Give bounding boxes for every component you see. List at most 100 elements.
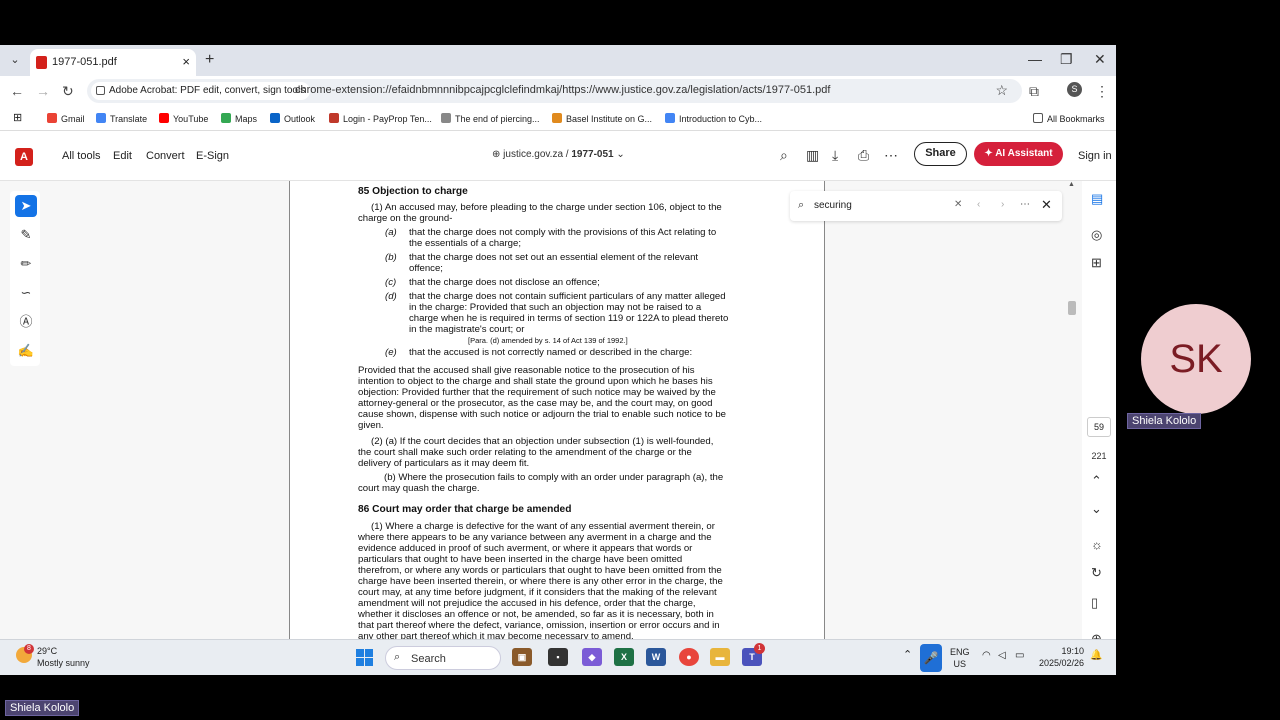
bookmark-translate[interactable]: Translate	[96, 113, 147, 124]
text-box-icon[interactable]: Ⓐ	[15, 311, 37, 333]
bookmark-star-icon[interactable]: ☆	[995, 82, 1008, 99]
search-icon: ⌕	[798, 199, 805, 211]
bookmark-intro-cyber[interactable]: Introduction to Cyb...	[665, 113, 762, 124]
excel-icon[interactable]: X	[614, 648, 634, 666]
text-line: charge have been inserted therein, or wh…	[358, 576, 723, 587]
find-options-icon[interactable]: ⋯	[1020, 199, 1030, 210]
share-button[interactable]: Share	[914, 142, 967, 166]
text-line: therefrom, or where any words or particu…	[358, 565, 722, 576]
text-line: (1) An accused may, before pleading to t…	[371, 202, 722, 213]
page-number-input[interactable]: 59	[1087, 417, 1111, 437]
bookmark-piercing[interactable]: The end of piercing...	[441, 113, 540, 124]
extension-chip[interactable]: Adobe Acrobat: PDF edit, convert, sign t…	[91, 82, 311, 100]
forward-icon[interactable]: →	[36, 83, 50, 99]
extension-icon	[96, 86, 105, 95]
search-icon: ⌕	[394, 651, 401, 663]
bookmark-gmail[interactable]: Gmail	[47, 113, 85, 124]
work-app-icon[interactable]: ▣	[512, 648, 532, 666]
bookmark-payprop[interactable]: Login - PayProp Ten...	[329, 113, 432, 124]
text-line: amendment will not prejudice the accused…	[358, 598, 696, 609]
address-bar[interactable]: Adobe Acrobat: PDF edit, convert, sign t…	[87, 79, 1022, 103]
battery-icon[interactable]: ▭	[1015, 650, 1024, 661]
clock[interactable]: 19:10 2025/02/26	[1038, 645, 1084, 669]
find-panel: ⌕ securing ✕ ‹ › ⋯ ✕	[790, 191, 1062, 221]
page-view-icon[interactable]: ▥	[806, 147, 819, 164]
notification-icon[interactable]: 🔔	[1090, 650, 1102, 661]
previous-page-icon[interactable]: ⌃	[1091, 473, 1102, 489]
menu-edit[interactable]: Edit	[113, 150, 132, 162]
all-bookmarks[interactable]: All Bookmarks	[1033, 113, 1105, 124]
ai-assistant-button[interactable]: ✦ AI Assistant	[974, 142, 1063, 166]
page-total: 221	[1091, 451, 1107, 461]
more-options-icon[interactable]: ⋯	[884, 147, 898, 164]
comments-icon[interactable]: ◎	[1091, 227, 1102, 243]
extensions-icon[interactable]: ⧉	[1029, 83, 1039, 100]
weather-badge: 8	[24, 644, 34, 654]
url-text[interactable]: chrome-extension://efaidnbmnnnibpcajpcgl…	[295, 84, 830, 96]
next-page-icon[interactable]: ⌄	[1091, 501, 1102, 517]
apps-grid-icon[interactable]: ⊞	[13, 111, 22, 124]
vertical-scrollbar[interactable]: ▲ ▼	[1066, 181, 1078, 675]
bookmark-youtube[interactable]: YouTube	[159, 113, 208, 124]
chevron-up-icon[interactable]: ⌃	[903, 648, 912, 661]
taskbar-search[interactable]: ⌕ Search	[385, 646, 501, 670]
ai-summary-icon[interactable]: ▤	[1091, 191, 1103, 207]
browser-tab[interactable]: 1977-051.pdf ×	[30, 49, 196, 76]
start-button[interactable]	[356, 649, 373, 666]
select-tool-icon[interactable]: ➤	[15, 195, 37, 217]
volume-icon[interactable]: ◁	[998, 650, 1006, 661]
pdf-page[interactable]: 85 Objection to charge (1) An accused ma…	[289, 181, 825, 675]
sign-in-link[interactable]: Sign in	[1078, 150, 1112, 162]
self-name-label: Shiela Kololo	[5, 700, 80, 716]
breadcrumb[interactable]: ⊕ justice.gov.za / 1977-051 ⌄	[492, 149, 625, 160]
menu-e-sign[interactable]: E-Sign	[196, 150, 229, 162]
bookmark-maps[interactable]: Maps	[221, 113, 257, 124]
language-indicator[interactable]: ENG US	[950, 646, 970, 670]
rotate-icon[interactable]: ↻	[1091, 565, 1102, 581]
sign-tool-icon[interactable]: ✍	[15, 340, 37, 362]
close-find-icon[interactable]: ✕	[1041, 197, 1052, 213]
profile-avatar[interactable]: S	[1067, 82, 1082, 97]
download-icon[interactable]: ⤓	[832, 147, 838, 164]
wifi-icon[interactable]: ◠	[982, 650, 991, 661]
next-result-icon[interactable]: ›	[1001, 199, 1004, 210]
tab-search-dropdown[interactable]: ⌄	[6, 53, 24, 69]
print-icon[interactable]: ⎙	[858, 147, 869, 164]
comment-tool-icon[interactable]: ✎	[15, 224, 37, 246]
bookmark-outlook[interactable]: Outlook	[270, 113, 315, 124]
close-tab-icon[interactable]: ×	[182, 54, 190, 69]
new-tab-button[interactable]: +	[205, 51, 214, 69]
participant-name-label: Shiela Kololo	[1127, 413, 1202, 429]
document-info-icon[interactable]: ▯	[1091, 595, 1098, 611]
minimize-button[interactable]: —	[1028, 51, 1042, 67]
back-icon[interactable]: ←	[10, 83, 24, 99]
extension-chip-label: Adobe Acrobat: PDF edit, convert, sign t…	[109, 85, 306, 96]
microphone-icon[interactable]: 🎤	[920, 644, 942, 672]
word-icon[interactable]: W	[646, 648, 666, 666]
browser-menu-icon[interactable]: ⋮	[1095, 83, 1109, 100]
acrobat-logo-icon[interactable]: A	[15, 148, 33, 166]
weather-condition: Mostly sunny	[37, 658, 90, 668]
brightness-icon[interactable]: ☼	[1091, 537, 1103, 552]
menu-all-tools[interactable]: All tools	[62, 150, 101, 162]
clear-search-icon[interactable]: ✕	[954, 199, 962, 210]
search-icon[interactable]: ⌕	[780, 147, 788, 164]
restore-button[interactable]: ❐	[1060, 51, 1073, 68]
google-icon	[665, 113, 675, 123]
copilot-icon[interactable]: ◆	[582, 648, 602, 666]
section-86-heading: 86 Court may order that charge be amende…	[358, 504, 572, 515]
close-window-button[interactable]: ✕	[1094, 51, 1106, 68]
previous-result-icon[interactable]: ‹	[977, 199, 980, 210]
scroll-thumb[interactable]	[1068, 301, 1076, 315]
find-input[interactable]: securing	[814, 200, 852, 211]
reload-icon[interactable]: ↻	[62, 83, 74, 100]
thumbnails-icon[interactable]: ⊞	[1091, 255, 1102, 271]
highlight-tool-icon[interactable]: ✏	[15, 253, 37, 275]
draw-tool-icon[interactable]: ∽	[15, 282, 37, 304]
chrome-icon[interactable]: ●	[679, 648, 699, 666]
bookmark-basel[interactable]: Basel Institute on G...	[552, 113, 652, 124]
terminal-icon[interactable]: ▪	[548, 648, 568, 666]
file-explorer-icon[interactable]: ▬	[710, 648, 730, 666]
scroll-up-icon[interactable]: ▲	[1068, 181, 1075, 188]
menu-convert[interactable]: Convert	[146, 150, 185, 162]
